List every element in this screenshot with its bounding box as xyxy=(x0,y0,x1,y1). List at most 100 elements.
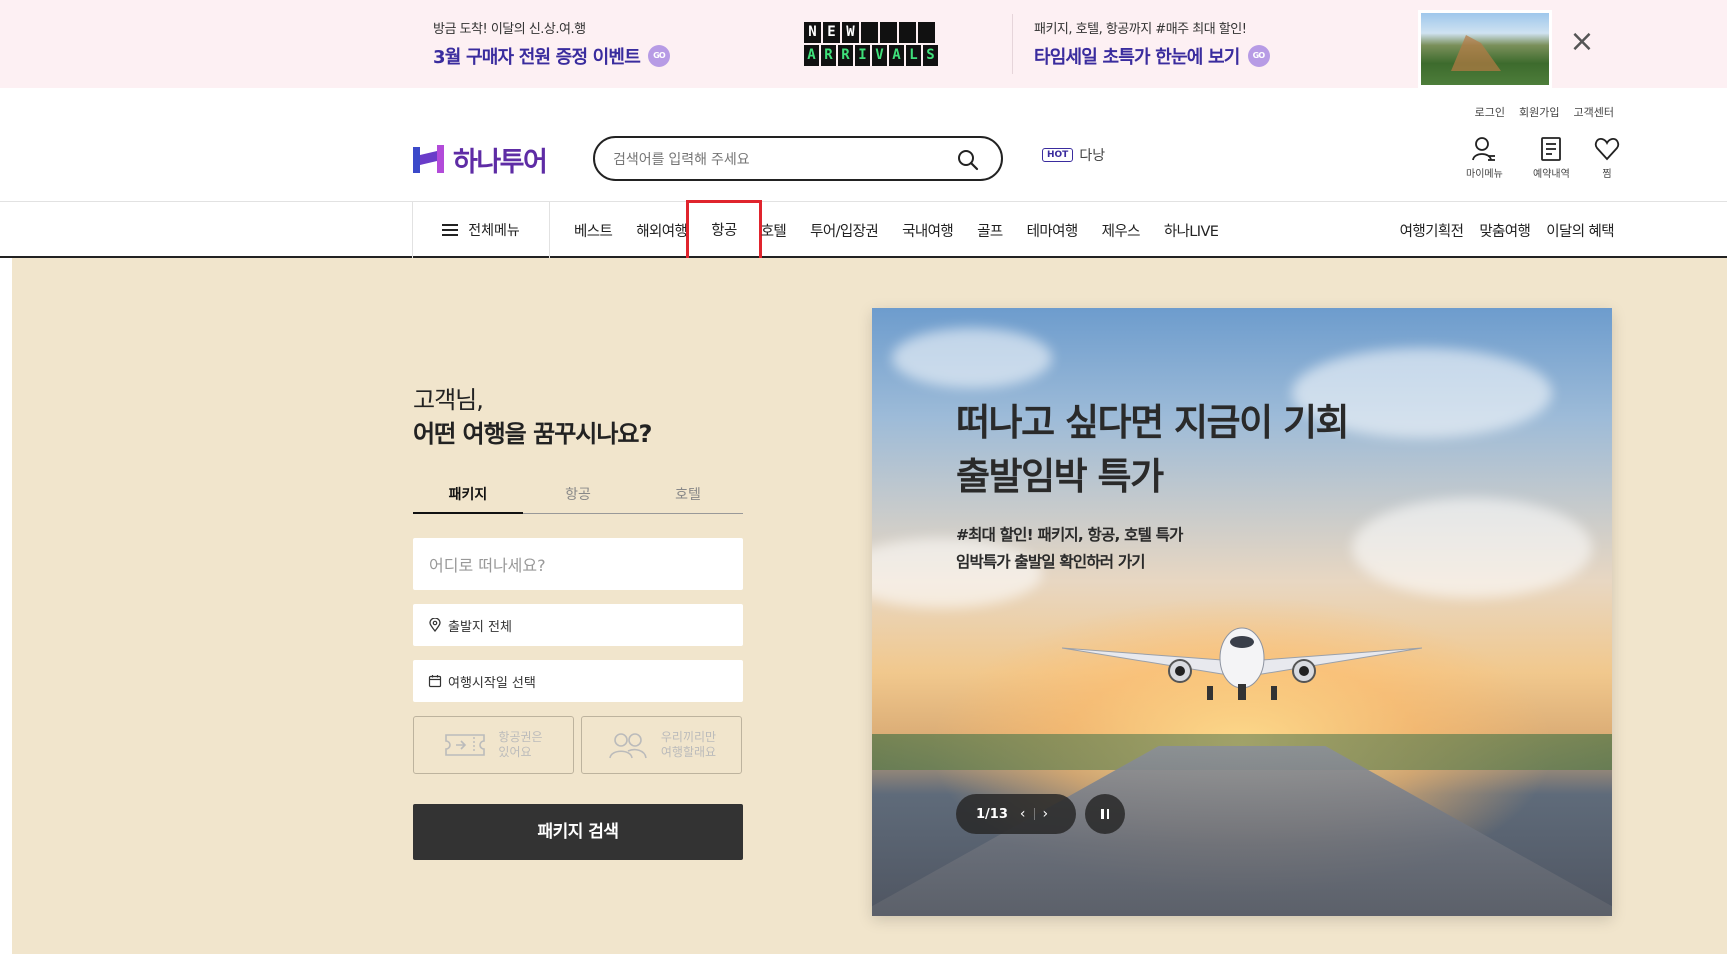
go-badge[interactable]: GO xyxy=(647,45,670,67)
date-label: 여행시작일 선택 xyxy=(448,675,536,691)
flap-cell: I xyxy=(855,45,870,66)
close-icon[interactable]: × xyxy=(1568,27,1596,57)
hamburger-icon xyxy=(442,224,459,236)
flap-cell: R xyxy=(821,45,836,66)
reservations-button[interactable]: 예약내역 xyxy=(1533,136,1570,180)
nav-items: 베스트 해외여행 항공 호텔 투어/입장권 국내여행 골프 테마여행 제우스 하… xyxy=(562,199,1231,261)
search-box[interactable] xyxy=(593,136,1003,181)
flap-row-arrivals: ARRIVALS xyxy=(804,45,938,66)
departure-select[interactable]: 출발지 전체 xyxy=(413,604,743,646)
all-menu-label: 전체메뉴 xyxy=(468,223,520,239)
promo-event-link[interactable]: 방금 도착! 이달의 신.상.여.행 3월 구매자 전원 증정 이벤트 GO xyxy=(433,18,670,69)
nav-item-hotel[interactable]: 호텔 xyxy=(749,220,798,241)
pause-icon[interactable] xyxy=(1085,794,1125,834)
nav-item-best[interactable]: 베스트 xyxy=(562,220,624,241)
date-select[interactable]: 여행시작일 선택 xyxy=(413,660,743,702)
cloud-shape xyxy=(1352,498,1592,598)
promo-right-title: 타임세일 초특가 한눈에 보기 xyxy=(1034,47,1240,68)
chevron-left-icon[interactable]: ‹ xyxy=(1020,806,1026,822)
hero-banner[interactable]: 떠나고 싶다면 지금이 기회 출발임박 특가 #최대 할인! 패키지, 항공, … xyxy=(872,308,1612,916)
flap-cell: W xyxy=(842,22,859,43)
flap-cell: R xyxy=(838,45,853,66)
private-group-option[interactable]: 우리끼리만 여행할래요 xyxy=(581,716,742,774)
flap-cell xyxy=(861,22,878,43)
hero-title: 떠나고 싶다면 지금이 기회 출발임박 특가 xyxy=(956,396,1350,504)
signup-link[interactable]: 회원가입 xyxy=(1519,104,1559,120)
login-link[interactable]: 로그인 xyxy=(1475,104,1505,120)
pager-divider xyxy=(1033,808,1035,820)
slide-counter: 1/13 xyxy=(976,806,1008,822)
have-ticket-line1: 항공권은 xyxy=(498,730,543,744)
destination-input[interactable]: 어디로 떠나세요? xyxy=(413,538,743,590)
hot-keyword[interactable]: HOT 다낭 xyxy=(1042,145,1105,165)
logo-mark-icon xyxy=(413,145,444,173)
search-input[interactable] xyxy=(613,148,943,170)
wishlist-label: 찜 xyxy=(1602,169,1612,180)
hero-title-line2: 출발임박 특가 xyxy=(956,455,1164,498)
flap-cell: N xyxy=(804,22,821,43)
my-menu-button[interactable]: 마이메뉴 xyxy=(1466,136,1503,180)
nav-item-theme[interactable]: 테마여행 xyxy=(1015,220,1090,241)
slide-pager: 1/13 ‹ › xyxy=(956,794,1076,834)
promo-left-subtitle: 방금 도착! 이달의 신.상.여.행 xyxy=(433,22,586,37)
promo-right-subtitle: 패키지, 호텔, 항공까지 #매주 최대 할인! xyxy=(1034,22,1247,37)
customer-center-link[interactable]: 고객센터 xyxy=(1574,104,1614,120)
nav-item-exhibition[interactable]: 여행기획전 xyxy=(1400,220,1464,241)
flap-cell: A xyxy=(804,45,819,66)
new-arrivals-board[interactable]: NEW ARRIVALS xyxy=(804,22,938,68)
greeting-line1: 고객님, xyxy=(413,386,484,414)
flap-cell: L xyxy=(906,45,921,66)
utility-links: 로그인 회원가입 고객센터 xyxy=(1475,104,1614,120)
nav-item-zeus[interactable]: 제우스 xyxy=(1090,220,1152,241)
ticket-icon xyxy=(445,734,486,756)
cloud-shape xyxy=(892,328,1052,388)
nav-item-hana-live[interactable]: 하나LIVE xyxy=(1152,220,1231,241)
chevron-right-icon[interactable]: › xyxy=(1043,806,1049,822)
have-ticket-option[interactable]: 항공권은 있어요 xyxy=(413,716,574,774)
group-icon xyxy=(609,733,647,759)
location-pin-icon xyxy=(429,618,441,632)
nav-item-domestic[interactable]: 국내여행 xyxy=(890,220,965,241)
flap-cell xyxy=(899,22,916,43)
heart-icon xyxy=(1594,138,1620,161)
search-icon[interactable] xyxy=(957,149,979,171)
nav-right-items: 여행기획전 맞춤여행 이달의 혜택 xyxy=(1400,202,1615,258)
hero-subtitle: #최대 할인! 패키지, 항공, 호텔 특가 임박특가 출발일 확인하러 가기 xyxy=(956,522,1183,576)
promo-timesale-link[interactable]: 패키지, 호텔, 항공까지 #매주 최대 할인! 타임세일 초특가 한눈에 보기… xyxy=(1034,18,1270,69)
promo-left-title: 3월 구매자 전원 증정 이벤트 xyxy=(433,47,641,68)
site-logo[interactable]: 하나투어 xyxy=(412,140,548,179)
all-menu-button[interactable]: 전체메뉴 xyxy=(412,202,550,258)
flap-cell xyxy=(918,22,935,43)
user-icon xyxy=(1472,137,1496,161)
hot-badge: HOT xyxy=(1042,148,1074,162)
have-ticket-line2: 있어요 xyxy=(498,745,532,759)
nav-item-custom-travel[interactable]: 맞춤여행 xyxy=(1479,220,1531,241)
main-navigation: 전체메뉴 베스트 해외여행 항공 호텔 투어/입장권 국내여행 골프 테마여행 … xyxy=(0,199,1727,261)
nav-item-monthly-benefits[interactable]: 이달의 혜택 xyxy=(1546,220,1614,241)
promo-thumbnail-image[interactable] xyxy=(1418,10,1552,88)
airplane-image xyxy=(1062,627,1422,700)
search-tabs: 패키지 항공 호텔 xyxy=(413,478,743,514)
hot-keyword-text: 다낭 xyxy=(1079,148,1106,164)
go-badge[interactable]: GO xyxy=(1247,45,1270,67)
tab-hotel[interactable]: 호텔 xyxy=(633,478,743,513)
nav-item-overseas[interactable]: 해외여행 xyxy=(624,220,699,241)
flap-cell: S xyxy=(923,45,938,66)
private-group-line2: 여행할래요 xyxy=(660,745,717,759)
package-search-button[interactable]: 패키지 검색 xyxy=(413,804,743,860)
flap-row-new: NEW xyxy=(804,22,938,43)
my-menu-label: 마이메뉴 xyxy=(1466,169,1503,180)
flap-cell xyxy=(880,22,897,43)
wishlist-button[interactable]: 찜 xyxy=(1594,136,1620,180)
nav-item-golf[interactable]: 골프 xyxy=(965,220,1014,241)
calendar-icon xyxy=(428,675,442,688)
tab-flight[interactable]: 항공 xyxy=(523,478,633,513)
tab-package[interactable]: 패키지 xyxy=(413,478,523,514)
flap-cell: A xyxy=(889,45,904,66)
flap-cell: V xyxy=(872,45,887,66)
private-group-line1: 우리끼리만 xyxy=(660,730,717,744)
nav-item-tour-ticket[interactable]: 투어/입장권 xyxy=(798,220,890,241)
greeting: 고객님, 어떤 여행을 꿈꾸시나요? xyxy=(413,383,652,451)
flap-cell: E xyxy=(823,22,840,43)
logo-text: 하나투어 xyxy=(453,147,548,178)
